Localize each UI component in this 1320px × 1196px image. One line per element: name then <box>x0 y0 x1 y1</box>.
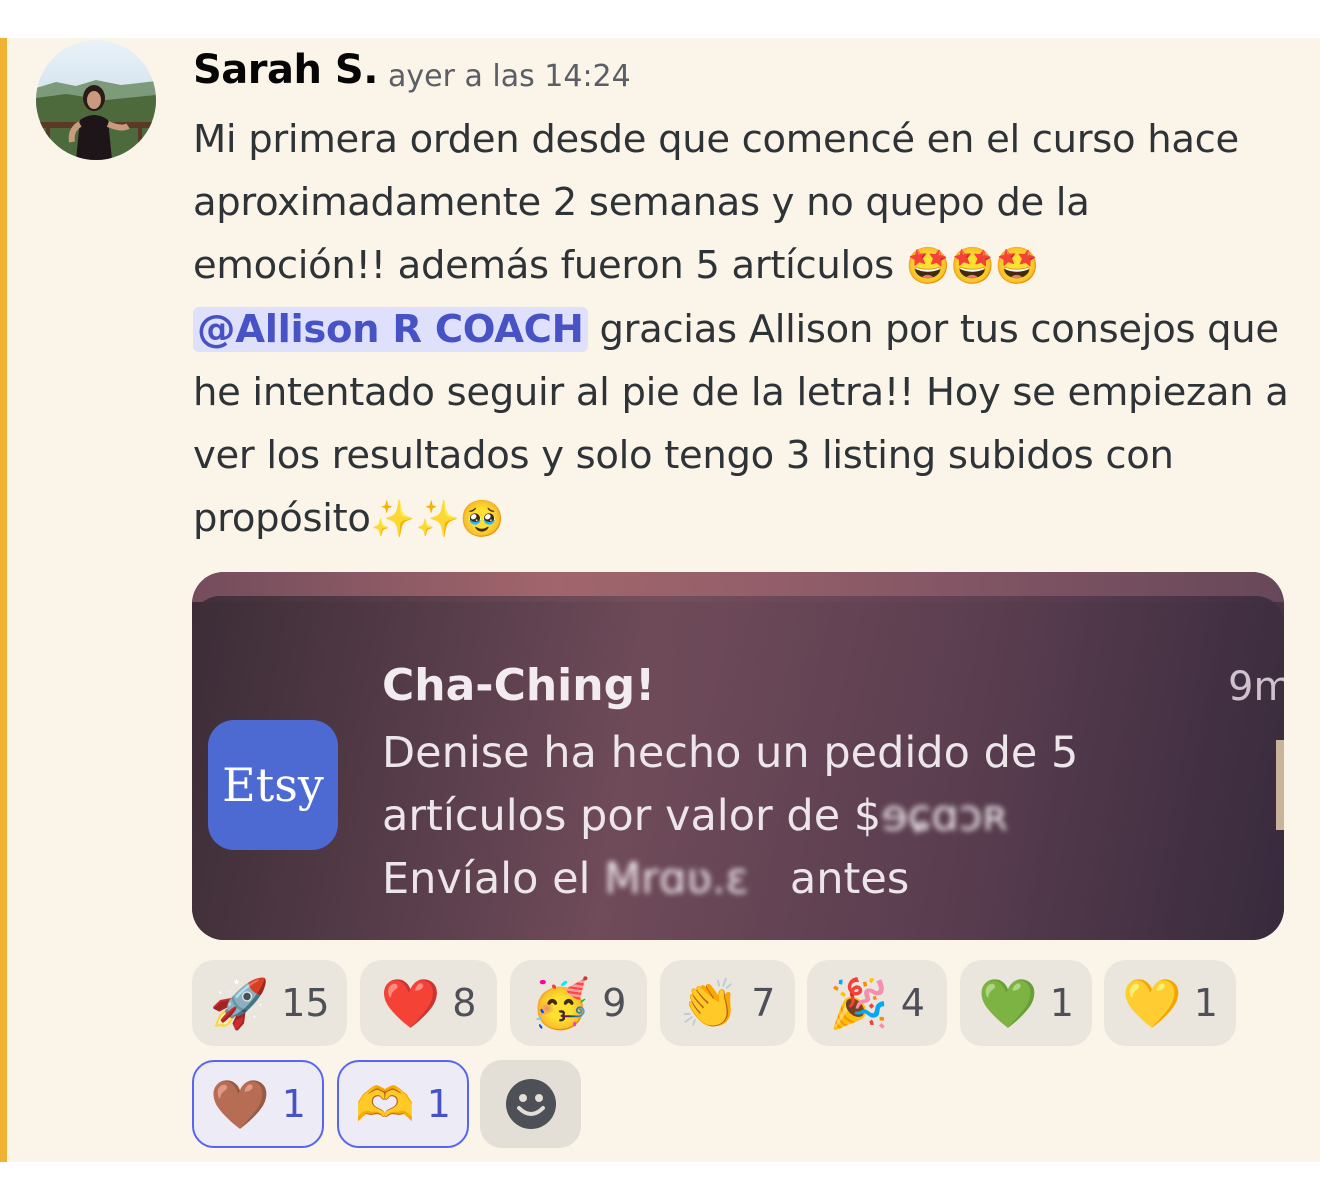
reaction-clapping[interactable]: 👏 7 <box>660 960 795 1046</box>
reaction-count: 4 <box>900 981 925 1025</box>
heart-hands-icon: 🫶 <box>355 1076 415 1133</box>
notification-line-2: artículos por valor de $ɘɕɑɔʀ <box>382 785 1262 848</box>
reaction-count: 8 <box>452 981 477 1025</box>
adjacent-notification-edge <box>1276 740 1284 830</box>
notification-line-2-text: artículos por valor de $ <box>382 791 882 841</box>
message-content: Mi primera orden desde que comencé en el… <box>193 108 1293 551</box>
notification-line-3: Envíalo el Mrɑʋ.ɛ antes <box>382 848 1262 911</box>
partying-face-icon: 🥳 <box>530 975 591 1032</box>
notification-body: Denise ha hecho un pedido de 5 artículos… <box>382 722 1262 911</box>
star-struck-emoji: 🤩🤩🤩 <box>905 246 1040 287</box>
message-text: Mi primera orden desde que comencé en el… <box>193 117 1239 288</box>
notification-line-1: Denise ha hecho un pedido de 5 <box>382 728 1079 778</box>
mention-highlight-bar <box>0 38 7 1162</box>
clapping-hands-icon: 👏 <box>679 975 740 1032</box>
message-timestamp: ayer a las 14:24 <box>388 59 631 94</box>
reaction-yellow-heart[interactable]: 💛 1 <box>1104 960 1236 1046</box>
party-popper-icon: 🎉 <box>829 975 889 1032</box>
smiley-face-icon <box>505 1079 556 1129</box>
etsy-app-icon: Etsy <box>208 720 338 850</box>
author-name[interactable]: Sarah S. <box>193 47 378 93</box>
rocket-icon: 🚀 <box>209 975 270 1032</box>
notification-line-3-suffix: antes <box>748 854 910 904</box>
reaction-party-popper[interactable]: 🎉 4 <box>807 960 947 1046</box>
reaction-rocket[interactable]: 🚀 15 <box>192 960 347 1046</box>
reaction-count: 1 <box>426 1082 451 1126</box>
reaction-heart[interactable]: ❤️ 8 <box>360 960 497 1046</box>
reaction-count: 15 <box>281 981 330 1025</box>
reaction-green-heart[interactable]: 💚 1 <box>960 960 1092 1046</box>
notification-line-3-text: Envíalo el <box>382 854 605 904</box>
avatar-photo <box>36 40 156 160</box>
image-attachment[interactable]: Etsy Cha-Ching! 9m Denise ha hecho un pe… <box>192 572 1284 940</box>
add-reaction-button[interactable] <box>480 1060 581 1148</box>
sparkles-emoji: ✨✨🥹 <box>370 499 505 540</box>
avatar[interactable] <box>36 40 156 160</box>
red-heart-icon: ❤️ <box>380 975 441 1032</box>
reaction-brown-heart[interactable]: 🤎 1 <box>192 1060 324 1148</box>
reaction-count: 9 <box>602 981 627 1025</box>
yellow-heart-icon: 💛 <box>1122 975 1182 1032</box>
notification-card: Etsy Cha-Ching! 9m Denise ha hecho un pe… <box>192 596 1284 940</box>
user-mention[interactable]: @Allison R COACH <box>193 307 588 352</box>
reaction-count: 1 <box>1049 981 1074 1025</box>
notification-title: Cha-Ching! <box>382 660 656 711</box>
redacted-date: Mrɑʋ.ɛ <box>604 854 749 904</box>
reaction-partying-face[interactable]: 🥳 9 <box>510 960 647 1046</box>
reaction-count: 1 <box>1193 981 1218 1025</box>
redacted-amount: ɘɕɑɔʀ <box>881 791 1009 841</box>
reaction-heart-hands[interactable]: 🫶 1 <box>337 1060 469 1148</box>
reaction-count: 1 <box>281 1082 306 1126</box>
brown-heart-icon: 🤎 <box>210 1076 270 1133</box>
reaction-count: 7 <box>751 981 776 1025</box>
green-heart-icon: 💚 <box>978 975 1038 1032</box>
notification-time: 9m <box>1228 664 1284 710</box>
